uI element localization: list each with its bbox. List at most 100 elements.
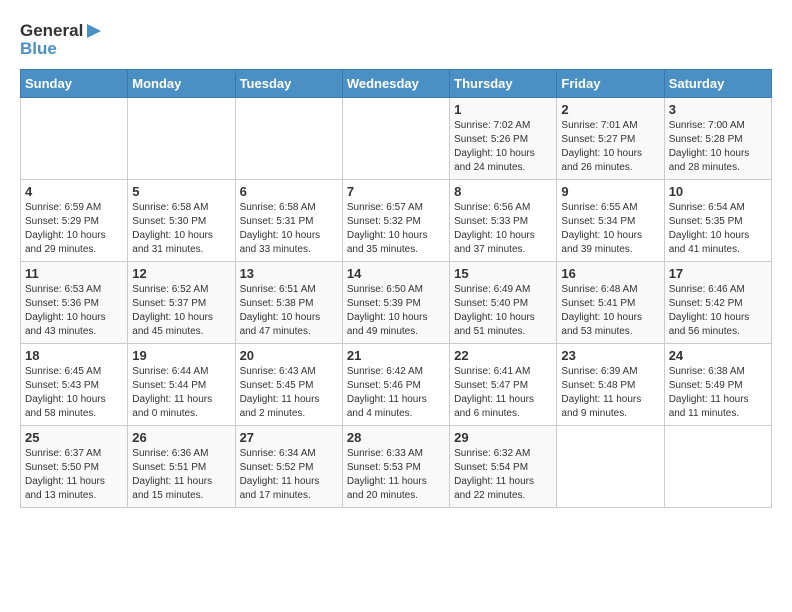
- calendar-cell: 24 Sunrise: 6:38 AMSunset: 5:49 PMDayligh…: [664, 343, 771, 425]
- calendar-cell: 14 Sunrise: 6:50 AMSunset: 5:39 PMDayligh…: [342, 261, 449, 343]
- calendar-week-row: 4Sunrise: 6:59 AMSunset: 5:29 PMDaylight…: [21, 179, 772, 261]
- calendar-cell: 18 Sunrise: 6:45 AMSunset: 5:43 PMDayligh…: [21, 343, 128, 425]
- weekday-header-sunday: Sunday: [21, 69, 128, 97]
- day-detail: Sunrise: 7:02 AMSunset: 5:26 PMDaylight:…: [454, 119, 552, 175]
- day-number: 22: [454, 348, 552, 363]
- calendar-cell: 17 Sunrise: 6:46 AMSunset: 5:42 PMDayligh…: [664, 261, 771, 343]
- calendar-cell: 21 Sunrise: 6:42 AMSunset: 5:46 PMDayligh…: [342, 343, 449, 425]
- calendar-cell: 4Sunrise: 6:59 AMSunset: 5:29 PMDaylight…: [21, 179, 128, 261]
- weekday-header-monday: Monday: [128, 69, 235, 97]
- calendar-cell: 1 Sunrise: 7:02 AMSunset: 5:26 PMDaylight…: [450, 97, 557, 179]
- day-number: 14: [347, 266, 445, 281]
- day-detail: Sunrise: 6:53 AMSunset: 5:36 PMDaylight:…: [25, 283, 123, 339]
- day-number: 1: [454, 102, 552, 117]
- day-number: 27: [240, 430, 338, 445]
- calendar-cell: 22 Sunrise: 6:41 AMSunset: 5:47 PMDayligh…: [450, 343, 557, 425]
- day-number: 5: [132, 184, 230, 199]
- day-number: 24: [669, 348, 767, 363]
- calendar-cell: 7Sunrise: 6:57 AMSunset: 5:32 PMDaylight…: [342, 179, 449, 261]
- day-detail: Sunrise: 6:46 AMSunset: 5:42 PMDaylight:…: [669, 283, 767, 339]
- calendar-cell: [664, 425, 771, 507]
- day-number: 4: [25, 184, 123, 199]
- day-number: 18: [25, 348, 123, 363]
- calendar-cell: 13Sunrise: 6:51 AMSunset: 5:38 PMDayligh…: [235, 261, 342, 343]
- weekday-header-tuesday: Tuesday: [235, 69, 342, 97]
- day-detail: Sunrise: 6:36 AMSunset: 5:51 PMDaylight:…: [132, 447, 230, 503]
- calendar-cell: [128, 97, 235, 179]
- day-number: 19: [132, 348, 230, 363]
- day-detail: Sunrise: 6:48 AMSunset: 5:41 PMDaylight:…: [561, 283, 659, 339]
- weekday-header-saturday: Saturday: [664, 69, 771, 97]
- weekday-header-thursday: Thursday: [450, 69, 557, 97]
- calendar-cell: 29 Sunrise: 6:32 AMSunset: 5:54 PMDayligh…: [450, 425, 557, 507]
- calendar-week-row: 25 Sunrise: 6:37 AMSunset: 5:50 PMDayligh…: [21, 425, 772, 507]
- calendar-cell: 20 Sunrise: 6:43 AMSunset: 5:45 PMDayligh…: [235, 343, 342, 425]
- calendar-cell: 9 Sunrise: 6:55 AMSunset: 5:34 PMDaylight…: [557, 179, 664, 261]
- day-number: 23: [561, 348, 659, 363]
- day-number: 13: [240, 266, 338, 281]
- day-detail: Sunrise: 6:39 AMSunset: 5:48 PMDaylight:…: [561, 365, 659, 421]
- day-number: 21: [347, 348, 445, 363]
- day-number: 29: [454, 430, 552, 445]
- calendar-cell: 27Sunrise: 6:34 AMSunset: 5:52 PMDayligh…: [235, 425, 342, 507]
- calendar-cell: 12 Sunrise: 6:52 AMSunset: 5:37 PMDayligh…: [128, 261, 235, 343]
- calendar-cell: [557, 425, 664, 507]
- day-detail: Sunrise: 6:55 AMSunset: 5:34 PMDaylight:…: [561, 201, 659, 257]
- day-detail: Sunrise: 6:32 AMSunset: 5:54 PMDaylight:…: [454, 447, 552, 503]
- day-detail: Sunrise: 6:50 AMSunset: 5:39 PMDaylight:…: [347, 283, 445, 339]
- day-number: 26: [132, 430, 230, 445]
- day-detail: Sunrise: 6:41 AMSunset: 5:47 PMDaylight:…: [454, 365, 552, 421]
- calendar-cell: 28 Sunrise: 6:33 AMSunset: 5:53 PMDayligh…: [342, 425, 449, 507]
- calendar-cell: [21, 97, 128, 179]
- day-detail: Sunrise: 6:58 AMSunset: 5:31 PMDaylight:…: [240, 201, 338, 257]
- calendar-cell: 26 Sunrise: 6:36 AMSunset: 5:51 PMDayligh…: [128, 425, 235, 507]
- weekday-header-wednesday: Wednesday: [342, 69, 449, 97]
- day-detail: Sunrise: 6:54 AMSunset: 5:35 PMDaylight:…: [669, 201, 767, 257]
- day-detail: Sunrise: 6:33 AMSunset: 5:53 PMDaylight:…: [347, 447, 445, 503]
- day-detail: Sunrise: 6:43 AMSunset: 5:45 PMDaylight:…: [240, 365, 338, 421]
- day-number: 15: [454, 266, 552, 281]
- day-detail: Sunrise: 6:45 AMSunset: 5:43 PMDaylight:…: [25, 365, 123, 421]
- calendar-cell: 8Sunrise: 6:56 AMSunset: 5:33 PMDaylight…: [450, 179, 557, 261]
- calendar-cell: 23 Sunrise: 6:39 AMSunset: 5:48 PMDayligh…: [557, 343, 664, 425]
- logo-blue-text: Blue: [20, 40, 107, 59]
- day-number: 25: [25, 430, 123, 445]
- day-number: 2: [561, 102, 659, 117]
- day-detail: Sunrise: 6:37 AMSunset: 5:50 PMDaylight:…: [25, 447, 123, 503]
- calendar-week-row: 11 Sunrise: 6:53 AMSunset: 5:36 PMDayligh…: [21, 261, 772, 343]
- weekday-header-friday: Friday: [557, 69, 664, 97]
- weekday-header-row: SundayMondayTuesdayWednesdayThursdayFrid…: [21, 69, 772, 97]
- logo-arrow-icon: [85, 20, 107, 42]
- day-detail: Sunrise: 6:52 AMSunset: 5:37 PMDaylight:…: [132, 283, 230, 339]
- day-number: 20: [240, 348, 338, 363]
- day-detail: Sunrise: 6:42 AMSunset: 5:46 PMDaylight:…: [347, 365, 445, 421]
- calendar-cell: 6 Sunrise: 6:58 AMSunset: 5:31 PMDaylight…: [235, 179, 342, 261]
- day-number: 9: [561, 184, 659, 199]
- day-detail: Sunrise: 6:58 AMSunset: 5:30 PMDaylight:…: [132, 201, 230, 257]
- calendar-cell: [342, 97, 449, 179]
- day-detail: Sunrise: 6:38 AMSunset: 5:49 PMDaylight:…: [669, 365, 767, 421]
- logo-general-text: General: [20, 22, 83, 41]
- day-number: 17: [669, 266, 767, 281]
- calendar-cell: [235, 97, 342, 179]
- calendar-cell: 25 Sunrise: 6:37 AMSunset: 5:50 PMDayligh…: [21, 425, 128, 507]
- day-detail: Sunrise: 6:49 AMSunset: 5:40 PMDaylight:…: [454, 283, 552, 339]
- day-number: 10: [669, 184, 767, 199]
- calendar-cell: 11 Sunrise: 6:53 AMSunset: 5:36 PMDayligh…: [21, 261, 128, 343]
- day-number: 16: [561, 266, 659, 281]
- page-header: General Blue: [20, 20, 772, 59]
- day-detail: Sunrise: 7:00 AMSunset: 5:28 PMDaylight:…: [669, 119, 767, 175]
- calendar-cell: 10 Sunrise: 6:54 AMSunset: 5:35 PMDayligh…: [664, 179, 771, 261]
- day-detail: Sunrise: 7:01 AMSunset: 5:27 PMDaylight:…: [561, 119, 659, 175]
- calendar-week-row: 18 Sunrise: 6:45 AMSunset: 5:43 PMDayligh…: [21, 343, 772, 425]
- logo: General Blue: [20, 20, 107, 59]
- day-number: 8: [454, 184, 552, 199]
- day-number: 6: [240, 184, 338, 199]
- day-number: 28: [347, 430, 445, 445]
- day-number: 11: [25, 266, 123, 281]
- day-detail: Sunrise: 6:44 AMSunset: 5:44 PMDaylight:…: [132, 365, 230, 421]
- calendar-cell: 5 Sunrise: 6:58 AMSunset: 5:30 PMDaylight…: [128, 179, 235, 261]
- calendar-cell: 3Sunrise: 7:00 AMSunset: 5:28 PMDaylight…: [664, 97, 771, 179]
- day-number: 7: [347, 184, 445, 199]
- day-number: 12: [132, 266, 230, 281]
